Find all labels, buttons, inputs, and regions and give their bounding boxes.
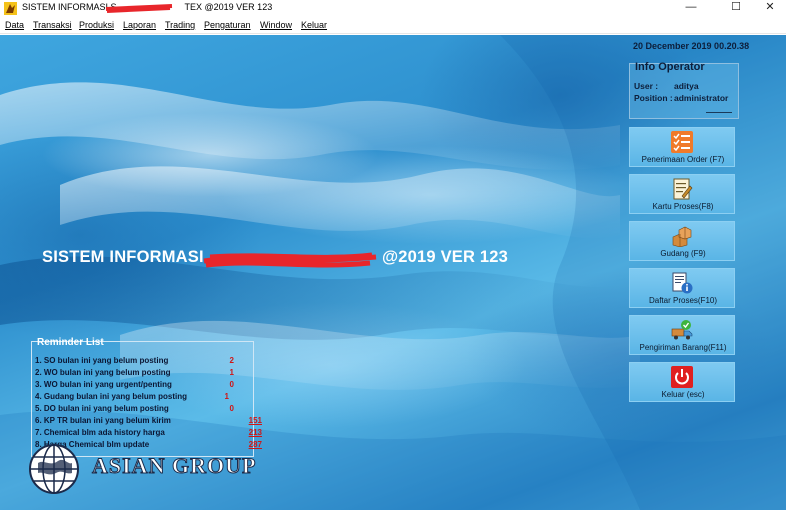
operator-info-heading: Info Operator	[635, 61, 705, 73]
menu-laporan[interactable]: Laporan	[123, 20, 156, 30]
pengiriman-barang-label: Pengiriman Barang(F11)	[639, 343, 727, 352]
close-button[interactable]: ✕	[752, 0, 786, 17]
title-bar: SISTEM INFORMASI S TEX @2019 VER 123 — ☐ …	[0, 0, 786, 17]
current-datetime: 20 December 2019 00.20.38	[633, 41, 750, 51]
reminder-value: 0	[229, 404, 234, 413]
keluar-label: Keluar (esc)	[661, 390, 705, 399]
penerimaan-order-button[interactable]: Penerimaan Order (F7)	[629, 127, 735, 167]
reminder-value: 1	[224, 392, 229, 401]
boxes-icon	[672, 226, 692, 247]
daftar-proses-label: Daftar Proses(F10)	[648, 296, 718, 305]
menu-produksi[interactable]: Produksi	[79, 20, 114, 30]
checklist-icon	[671, 131, 693, 153]
list-item: 1. SO bulan ini yang belum posting 2	[35, 356, 265, 368]
menu-bar: Data Transaksi Produksi Laporan Trading …	[0, 17, 786, 34]
operator-user-row: User : aditya	[634, 81, 699, 91]
reminder-value-link[interactable]: 287	[222, 440, 262, 449]
globe-logo-icon	[29, 444, 79, 494]
gudang-button[interactable]: Gudang (F9)	[629, 221, 735, 261]
list-item: 2. WO bulan ini yang belum posting 1	[35, 368, 265, 380]
maximize-button[interactable]: ☐	[718, 0, 754, 17]
reminder-label: 3. WO bulan ini yang urgent/penting	[35, 380, 172, 389]
list-item: 3. WO bulan ini yang urgent/penting 0	[35, 380, 265, 392]
company-logo-text: ASIAN GROUP	[91, 453, 257, 479]
reminder-value-link[interactable]: 151	[222, 416, 262, 425]
document-edit-icon	[673, 178, 693, 200]
minimize-button[interactable]: —	[673, 0, 709, 17]
reminder-list-panel: Reminder List 1. SO bulan ini yang belum…	[31, 337, 262, 457]
reminder-label: 6. KP TR bulan ini yang belum kirim	[35, 416, 171, 425]
reminder-value: 2	[229, 356, 234, 365]
operator-position-row: Position :administrator	[634, 93, 728, 103]
menu-trading[interactable]: Trading	[165, 20, 195, 30]
kartu-proses-label: Kartu Proses(F8)	[652, 202, 714, 211]
list-item[interactable]: 7. Chemical blm ada history harga 213	[35, 428, 265, 440]
gudang-label: Gudang (F9)	[660, 249, 706, 258]
reminder-value: 0	[229, 380, 234, 389]
pengiriman-barang-button[interactable]: Pengiriman Barang(F11)	[629, 315, 735, 355]
menu-window[interactable]: Window	[260, 20, 292, 30]
user-value: aditya	[674, 81, 699, 91]
reminder-label: 4. Gudang bulan ini yang belum posting	[35, 392, 188, 401]
redaction-mark	[203, 252, 377, 268]
list-item: 5. DO bulan ini yang belum posting 0	[35, 404, 265, 416]
keluar-button[interactable]: Keluar (esc)	[629, 362, 735, 402]
workspace-background: SISTEM INFORMASI @2019 VER 123 20 Decemb…	[0, 35, 786, 510]
reminder-label: 1. SO bulan ini yang belum posting	[35, 356, 169, 365]
banner-title: SISTEM INFORMASI @2019 VER 123	[42, 248, 509, 266]
user-label: User :	[634, 81, 659, 91]
redaction-mark	[105, 4, 173, 13]
power-icon	[671, 366, 693, 388]
menu-pengaturan[interactable]: Pengaturan	[204, 20, 251, 30]
position-label: Position :	[634, 93, 673, 103]
reminder-value: 1	[229, 368, 234, 377]
app-icon	[4, 2, 17, 15]
menu-keluar[interactable]: Keluar	[301, 20, 327, 30]
kartu-proses-button[interactable]: Kartu Proses(F8)	[629, 174, 735, 214]
daftar-proses-button[interactable]: Daftar Proses(F10)	[629, 268, 735, 308]
penerimaan-order-label: Penerimaan Order (F7)	[641, 155, 725, 164]
document-info-icon	[672, 272, 693, 294]
menu-transaksi[interactable]: Transaksi	[33, 20, 72, 30]
delivery-truck-icon	[671, 320, 693, 340]
list-item: 4. Gudang bulan ini yang belum posting 1	[35, 392, 265, 404]
position-value: administrator	[674, 93, 729, 103]
reminder-label: 2. WO bulan ini yang belum posting	[35, 368, 171, 377]
menu-data[interactable]: Data	[5, 20, 24, 30]
reminder-label: 7. Chemical blm ada history harga	[35, 428, 165, 437]
reminder-value-link[interactable]: 213	[222, 428, 262, 437]
operator-info-panel: Info Operator User : aditya Position :adm…	[629, 61, 739, 119]
reminder-list-heading: Reminder List	[37, 337, 104, 348]
divider	[706, 112, 732, 113]
list-item[interactable]: 6. KP TR bulan ini yang belum kirim 151	[35, 416, 265, 428]
reminder-label: 5. DO bulan ini yang belum posting	[35, 404, 169, 413]
